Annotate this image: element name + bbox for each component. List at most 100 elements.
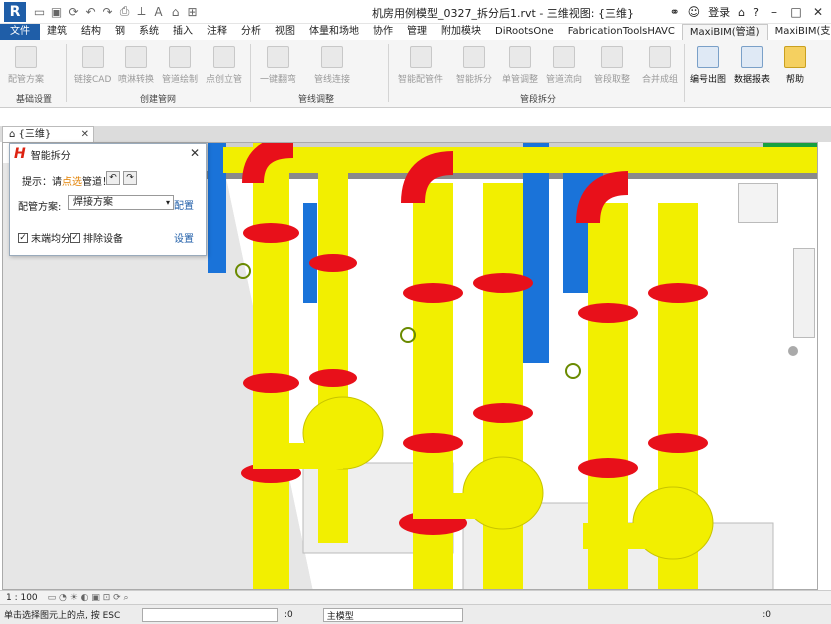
tab-insert[interactable]: 插入 (166, 24, 200, 40)
model-select[interactable]: 主模型 (322, 607, 463, 622)
sync-icon[interactable]: ⟳ (66, 5, 81, 19)
tab-architecture[interactable]: 建筑 (40, 24, 74, 40)
tab-manage[interactable]: 管理 (400, 24, 434, 40)
tab-annotate[interactable]: 注释 (200, 24, 234, 40)
view-scale[interactable]: 1 : 100 (6, 593, 38, 603)
view-tab-bar: ⌂ {三维} ✕ (0, 126, 831, 142)
ribbon-tabs: 文件 建筑 结构 钢 系统 插入 注释 分析 视图 体量和场地 协作 管理 附加… (0, 24, 831, 40)
pipe-flow-button[interactable]: 管道流向 (546, 42, 582, 88)
tab-maxibim-pipe[interactable]: MaxiBIM(管道) (681, 24, 768, 40)
workset-select[interactable] (142, 607, 278, 622)
fittings-icon (409, 46, 432, 68)
revit-logo[interactable]: R (4, 1, 26, 22)
data-report-button[interactable]: 数据报表 (734, 42, 770, 88)
scheme-select[interactable]: 焊接方案 ▾ (68, 195, 174, 210)
minimize-button[interactable]: – (767, 5, 781, 19)
tab-addins[interactable]: 附加模块 (434, 24, 488, 40)
tab-view[interactable]: 视图 (268, 24, 302, 40)
redo-icon[interactable]: ↷ (100, 5, 115, 19)
tab-maxibim-hanger[interactable]: MaxiBIM(支吊架) (768, 24, 831, 40)
draw-pipe-button[interactable]: 管道绘制 (162, 42, 198, 88)
save-icon[interactable]: ▣ (49, 5, 64, 19)
view-control-icons[interactable]: ▭ ◔ ☀ ◐ ▣ ⊡ ⟳ ⌕ (48, 593, 129, 603)
measure-icon[interactable]: ⟂ (134, 4, 149, 19)
point-riser-button[interactable]: 点创立管 (206, 42, 242, 88)
print-icon[interactable]: ⎙ (117, 4, 132, 19)
smart-split-button[interactable]: 智能拆分 (456, 42, 492, 88)
pipe-scheme-button[interactable]: 配管方案 (8, 42, 44, 88)
connect-icon (321, 46, 343, 68)
undo-button[interactable]: ↶ (106, 171, 120, 185)
link-cad-button[interactable]: 链接CAD (74, 42, 111, 88)
pipe-connect-button[interactable]: 管线连接 (314, 42, 350, 88)
tab-steel[interactable]: 钢 (108, 24, 132, 40)
settings-link[interactable]: 设置 (174, 230, 194, 245)
selection-count: :0 (284, 609, 293, 620)
ribbon-separator (388, 44, 389, 102)
smart-split-panel: H 智能拆分 ✕ 提示：请点选管道！ ↶ ↷ 配管方案: 焊接方案 ▾ 配置 ✓… (9, 143, 207, 256)
navigation-bar[interactable] (793, 248, 815, 338)
ribbon-separator (684, 44, 685, 102)
help-icon[interactable]: ? (753, 6, 759, 19)
tab-systems[interactable]: 系统 (132, 24, 166, 40)
quick-access-toolbar: ▭ ▣ ⟳ ↶ ↷ ⎙ ⟂ A ⌂ ⊞ (32, 4, 200, 19)
one-click-bend-button[interactable]: 一键翻弯 (260, 42, 296, 88)
riser-icon (213, 46, 235, 68)
undo-icon[interactable]: ↶ (83, 5, 98, 19)
key-icon (784, 46, 806, 68)
tab-structure[interactable]: 结构 (74, 24, 108, 40)
maximize-button[interactable]: □ (789, 5, 803, 19)
help-button[interactable]: 帮助 (784, 42, 806, 88)
text-icon[interactable]: A (151, 5, 166, 19)
user-icon[interactable]: ☺ (688, 5, 701, 19)
login-label[interactable]: 登录 (708, 4, 730, 20)
open-icon[interactable]: ▭ (32, 5, 47, 19)
panel-hint: 提示：请点选管道！ (22, 177, 112, 188)
single-pipe-adjust-button[interactable]: 单管调整 (502, 42, 538, 88)
status-bar: 单击选择图元上的点, 按 ESC :0 主模型 :0 (0, 604, 831, 624)
group-label-network: 创建管网 (140, 95, 177, 105)
ribbon-panel: 配管方案 基础设置 链接CAD 喷淋转换 管道绘制 点创立管 创建管网 一键翻弯… (0, 40, 831, 108)
merge-group-button[interactable]: 合并成组 (642, 42, 678, 88)
title-bar: R ▭ ▣ ⟳ ↶ ↷ ⎙ ⟂ A ⌂ ⊞ 机房用例模型_0327_拆分后1.r… (0, 0, 831, 24)
binoculars-icon[interactable]: ⚭ (670, 5, 680, 19)
tab-dirootsone[interactable]: DiRootsOne (488, 24, 561, 40)
config-link[interactable]: 配置 (174, 197, 194, 212)
tab-massing[interactable]: 体量和场地 (302, 24, 366, 40)
view3d-icon[interactable]: ⌂ (168, 5, 183, 19)
redo-button[interactable]: ↷ (123, 171, 137, 185)
sprinkler-convert-button[interactable]: 喷淋转换 (118, 42, 154, 88)
end-average-checkbox[interactable]: ✓ 末端均分 (18, 230, 71, 245)
view-control-bar: 1 : 100 ▭ ◔ ☀ ◐ ▣ ⊡ ⟳ ⌕ (0, 590, 831, 604)
group-label-split: 管段拆分 (520, 95, 557, 105)
close-button[interactable]: ✕ (811, 5, 825, 19)
tab-fabrication[interactable]: FabricationToolsHAVC (561, 24, 682, 40)
exclude-equipment-checkbox[interactable]: ✓ 排除设备 (70, 230, 123, 245)
view-tab-3d[interactable]: ⌂ {三维} ✕ (2, 126, 94, 142)
group-label-adjust: 管线调整 (298, 95, 335, 105)
smart-fittings-button[interactable]: 智能配管件 (398, 42, 443, 88)
panel-title: 智能拆分 (30, 150, 71, 162)
checkbox-icon: ✓ (18, 232, 28, 243)
close-view-icon[interactable]: ✕ (81, 127, 89, 142)
switch-windows-icon[interactable]: ⊞ (185, 5, 200, 19)
pipe-scheme-icon (15, 46, 37, 68)
group-icon (649, 46, 671, 68)
numbering-drawing-button[interactable]: 编号出图 (690, 42, 726, 88)
tab-collaborate[interactable]: 协作 (366, 24, 400, 40)
adjust-icon (509, 46, 531, 68)
draw-pipe-icon (169, 46, 191, 68)
panel-close-icon[interactable]: ✕ (190, 146, 200, 160)
flow-icon (553, 46, 575, 68)
ribbon-separator (66, 44, 67, 102)
cad-icon (81, 46, 104, 68)
cart-icon[interactable]: ⌂ (738, 6, 745, 19)
tab-file[interactable]: 文件 (0, 24, 40, 40)
status-text: 单击选择图元上的点, 按 ESC (4, 611, 121, 621)
tab-analyze[interactable]: 分析 (234, 24, 268, 40)
panel-header: H 智能拆分 ✕ (10, 144, 206, 164)
viewcube[interactable] (738, 183, 778, 223)
ribbon-separator (250, 44, 251, 102)
round-icon (601, 46, 623, 68)
segment-round-button[interactable]: 管段取整 (594, 42, 630, 88)
